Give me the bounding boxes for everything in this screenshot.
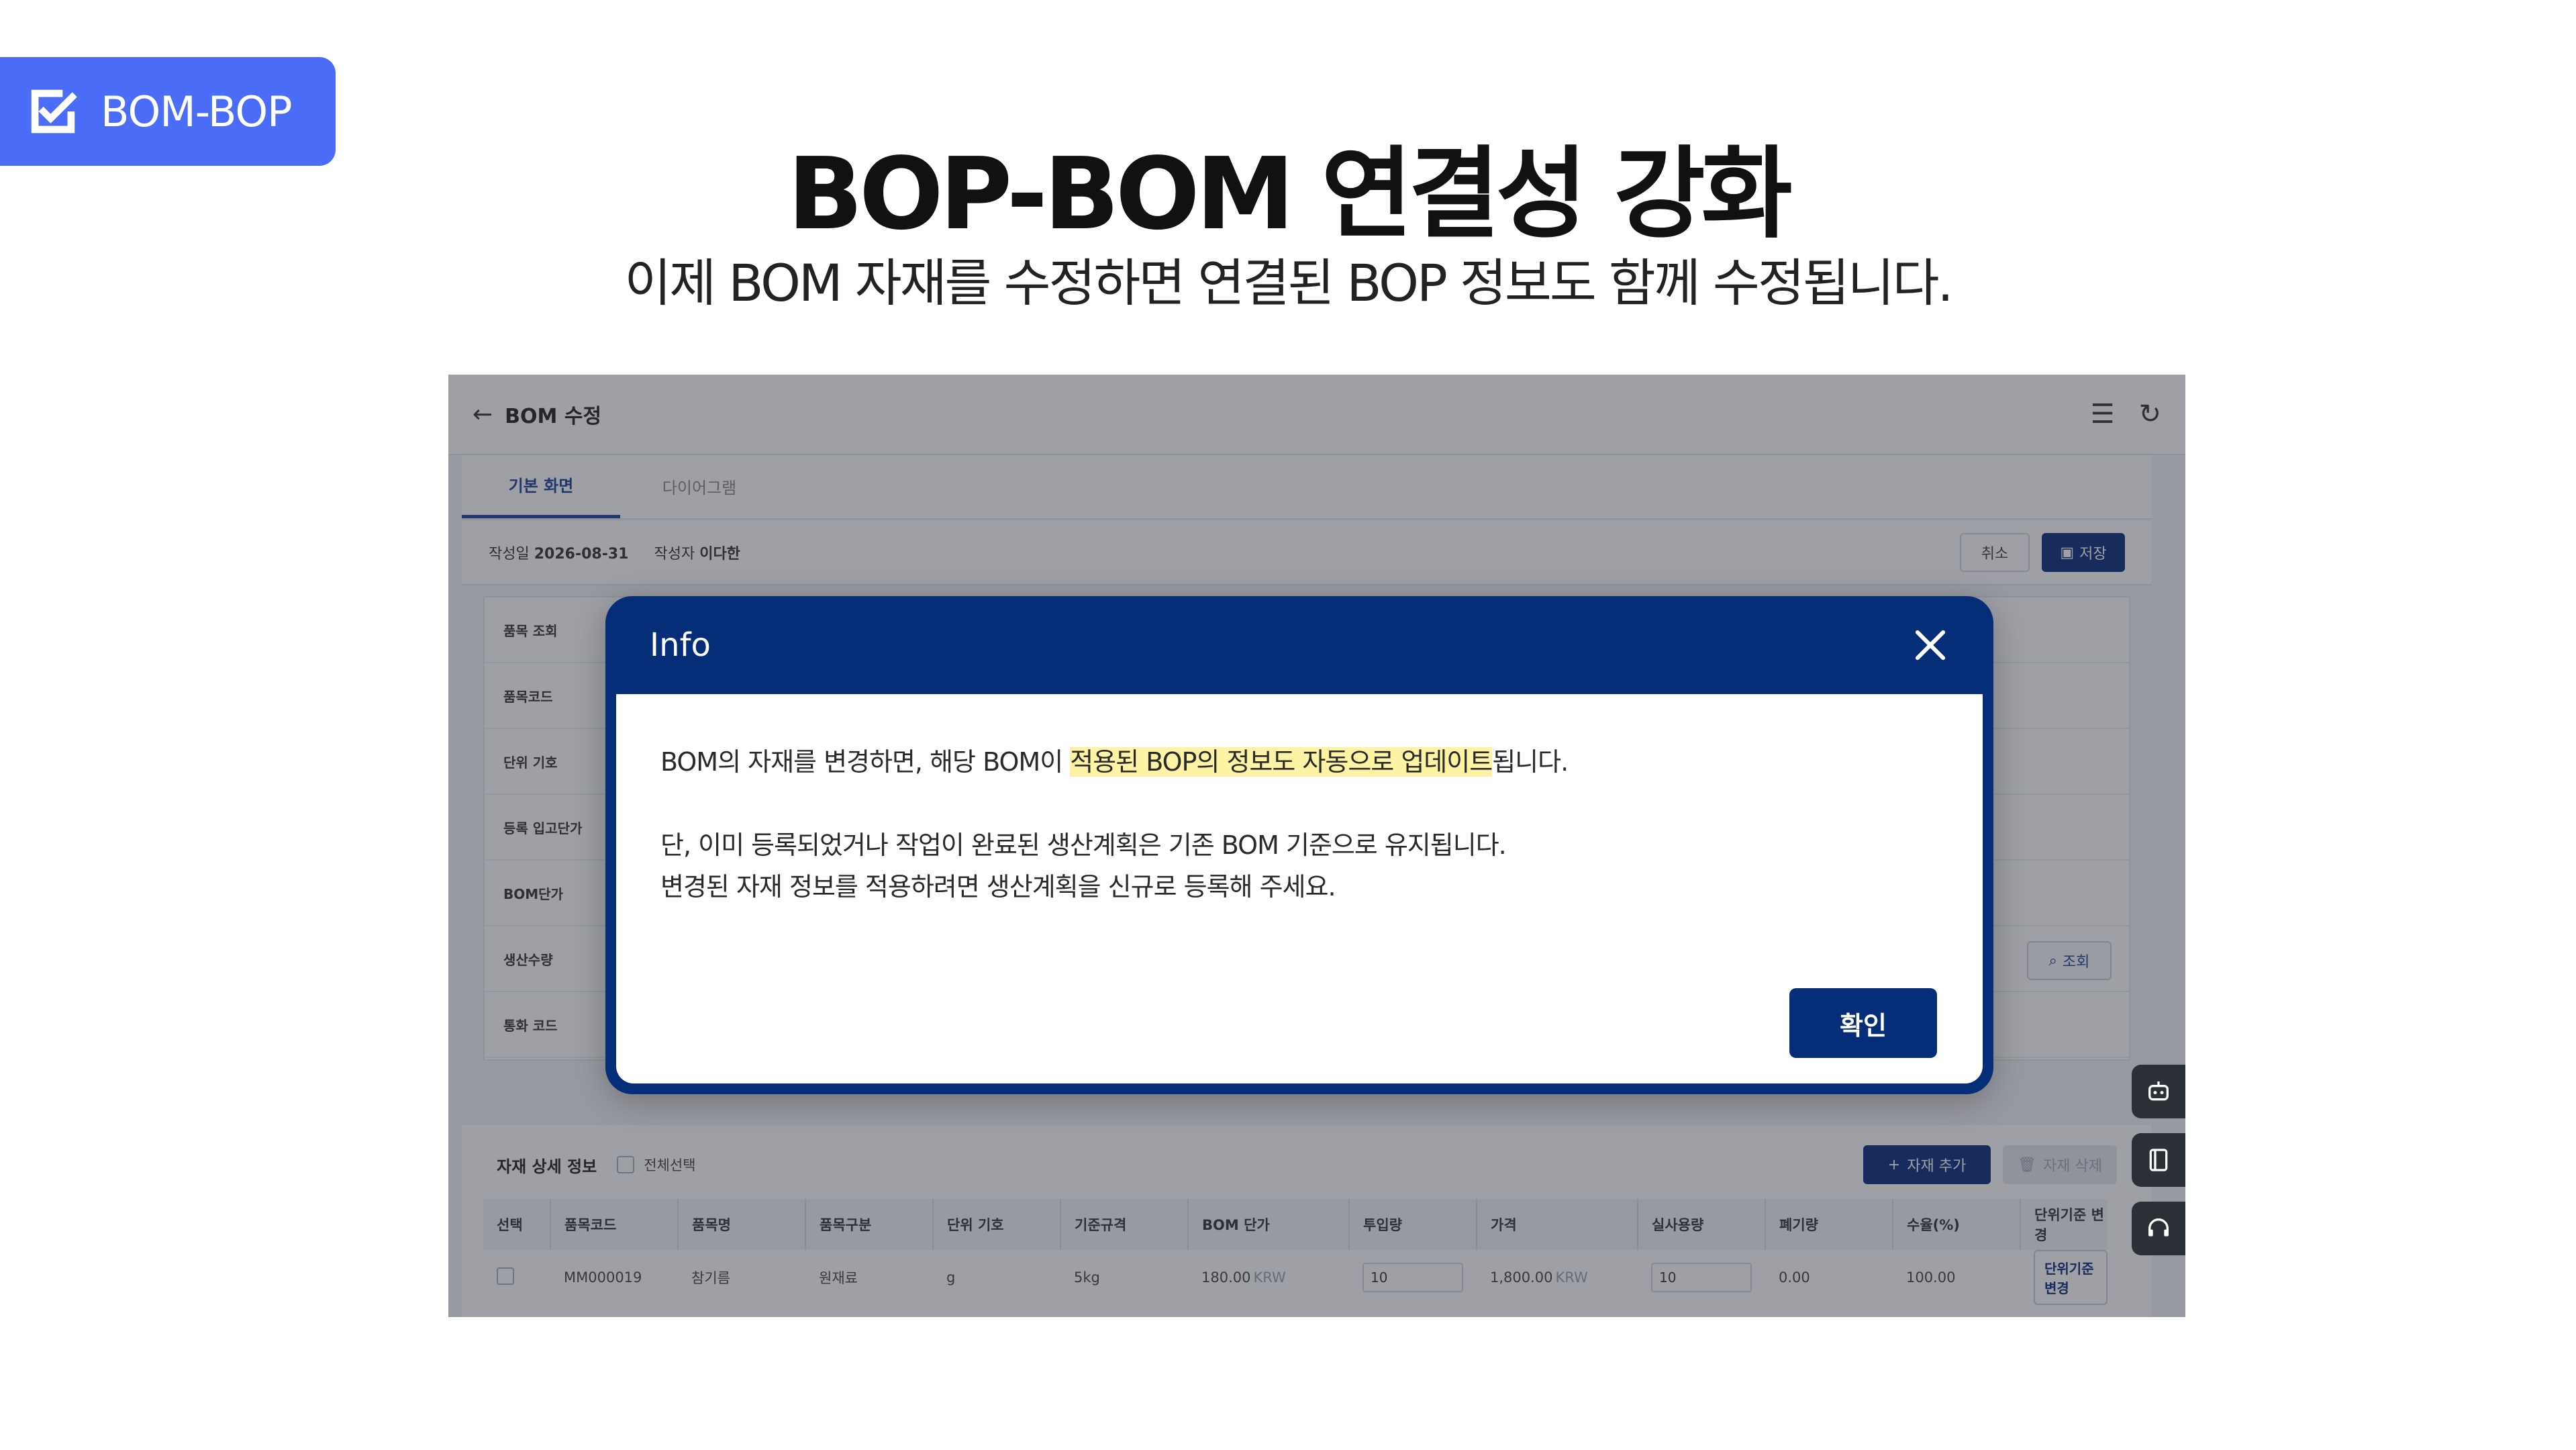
headset-icon bbox=[2148, 1218, 2169, 1237]
close-icon[interactable] bbox=[1912, 626, 1949, 664]
modal-title: Info bbox=[650, 626, 711, 664]
side-toolbar bbox=[2132, 1065, 2185, 1255]
book-icon bbox=[2149, 1149, 2168, 1171]
info-modal: Info BOM의 자재를 변경하면, 해당 BOM이 적용된 BOP의 정보도… bbox=[605, 596, 1993, 1094]
robot-icon bbox=[2148, 1081, 2169, 1101]
app-screenshot: ← BOM 수정 ☰ ↻ 기본 화면 다이어그램 작성일 2026-08-31 … bbox=[448, 375, 2185, 1317]
headline: BOP-BOM 연결성 강화 bbox=[787, 136, 1793, 252]
chatbot-button[interactable] bbox=[2132, 1065, 2185, 1118]
line1-pre: BOM의 자재를 변경하면, 해당 BOM이 bbox=[660, 747, 1071, 777]
support-button[interactable] bbox=[2132, 1202, 2185, 1255]
subline: 이제 BOM 자재를 수정하면 연결된 BOP 정보도 함께 수정됩니다. bbox=[624, 253, 1953, 313]
line1-highlight: 적용된 BOP의 정보도 자동으로 업데이트 bbox=[1070, 747, 1493, 777]
modal-message-line1: BOM의 자재를 변경하면, 해당 BOM이 적용된 BOP의 정보도 자동으로… bbox=[660, 741, 1938, 783]
manual-button[interactable] bbox=[2132, 1133, 2185, 1187]
modal-body: BOM의 자재를 변경하면, 해당 BOM이 적용된 BOP의 정보도 자동으로… bbox=[616, 694, 1983, 1083]
line1-post: 됩니다. bbox=[1492, 747, 1569, 777]
modal-message-line3: 변경된 자재 정보를 적용하려면 생산계획을 신규로 등록해 주세요. bbox=[660, 872, 1336, 902]
modal-message-line2: 단, 이미 등록되었거나 작업이 완료된 생산계획은 기존 BOM 기준으로 유… bbox=[660, 830, 1507, 860]
confirm-button[interactable]: 확인 bbox=[1789, 988, 1937, 1058]
